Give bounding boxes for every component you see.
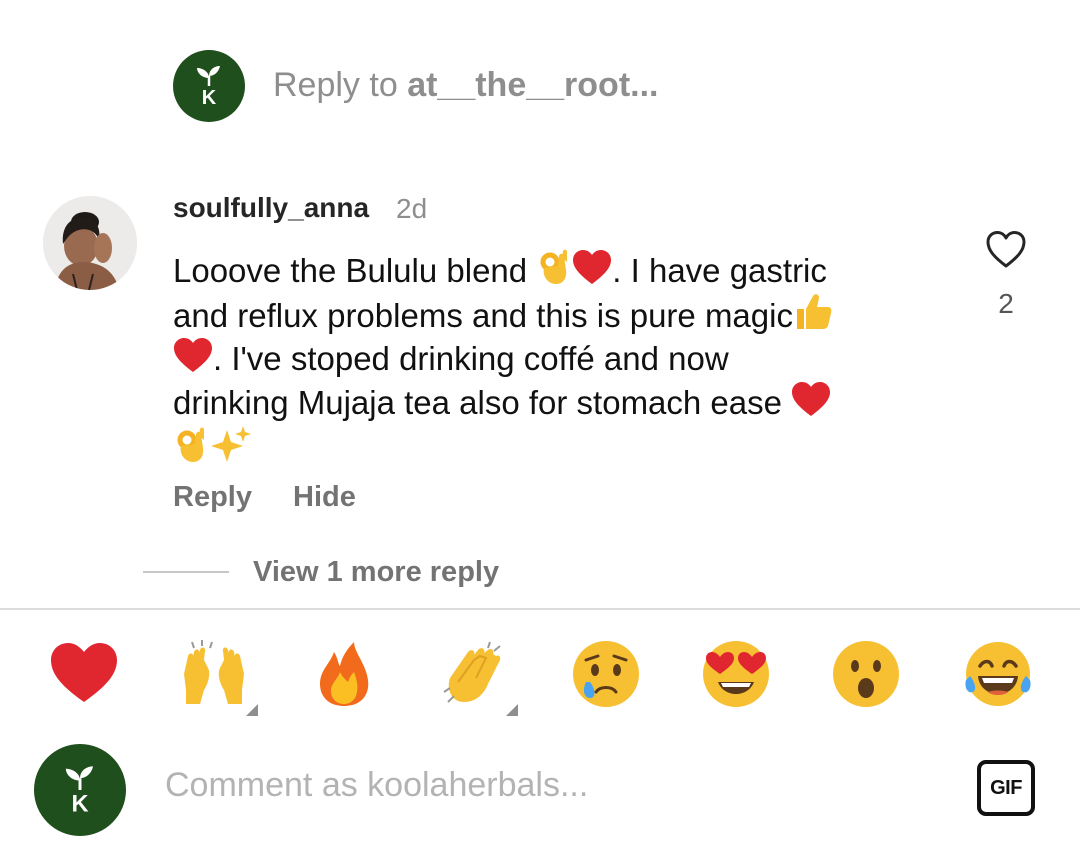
- raising-hands-emoji-button[interactable]: [178, 638, 258, 716]
- reply-to-label: Reply to at__the__root...: [273, 66, 659, 105]
- ok-hand-icon: [540, 249, 568, 284]
- leaf-k-logo-icon: K: [197, 66, 220, 109]
- leaf-k-logo-icon: K: [65, 766, 93, 817]
- red-heart-emoji-button[interactable]: [48, 638, 120, 714]
- commenter-avatar[interactable]: [43, 196, 137, 290]
- reply-to-prefix: Reply to: [273, 66, 408, 104]
- tears-of-joy-face-icon: [965, 642, 1031, 706]
- tears-of-joy-emoji-button[interactable]: [962, 638, 1034, 714]
- comment-input[interactable]: [165, 762, 925, 808]
- comment-text: Looove the Bululu blend . I have gastric…: [173, 248, 933, 471]
- surprised-face-emoji-button[interactable]: [830, 638, 902, 714]
- view-more-divider: [143, 571, 229, 573]
- thumbs-up-icon: [796, 293, 832, 329]
- comment-line-5: [173, 424, 933, 471]
- comment-line-2: and reflux problems and this is pure mag…: [173, 293, 933, 338]
- ok-hand-icon: [177, 427, 204, 462]
- comment-line-1: Looove the Bululu blend . I have gastric: [173, 248, 933, 293]
- comment-timestamp: 2d: [396, 193, 428, 224]
- red-heart-icon: [174, 338, 212, 372]
- fire-icon: [320, 642, 369, 706]
- comment-username[interactable]: soulfully_anna: [173, 192, 369, 224]
- section-divider: [0, 608, 1080, 610]
- comment-line-3: . I've stoped drinking coffé and now: [173, 337, 933, 381]
- sparkles-icon: [211, 426, 251, 462]
- raising-hands-icon: [184, 640, 244, 704]
- brand-logo-avatar: K: [173, 50, 245, 122]
- view-more-replies-button[interactable]: View 1 more reply: [253, 556, 499, 589]
- red-heart-icon: [573, 250, 612, 284]
- comment-line-4: drinking Mujaja tea also for stomach eas…: [173, 381, 933, 425]
- svg-text:K: K: [202, 87, 217, 109]
- crying-face-icon: [573, 641, 639, 707]
- like-count: 2: [998, 288, 1014, 319]
- reply-to-username: at__the__root...: [407, 66, 659, 104]
- surprised-face-icon: [833, 641, 899, 707]
- svg-text:K: K: [71, 791, 88, 817]
- clapping-hands-emoji-button[interactable]: [438, 638, 518, 716]
- hide-button[interactable]: Hide: [293, 481, 356, 514]
- reply-button[interactable]: Reply: [173, 481, 252, 514]
- clapping-hands-icon: [443, 641, 501, 703]
- current-user-avatar: K: [34, 744, 126, 836]
- red-heart-icon: [792, 381, 831, 416]
- gif-button[interactable]: GIF: [977, 760, 1035, 816]
- crying-face-emoji-button[interactable]: [570, 638, 642, 714]
- heart-eyes-emoji-button[interactable]: [700, 638, 772, 714]
- like-heart-icon[interactable]: [985, 230, 1027, 270]
- emoji-quick-bar: [0, 638, 1080, 718]
- fire-emoji-button[interactable]: [308, 638, 380, 714]
- red-heart-icon: [51, 643, 117, 702]
- heart-eyes-face-icon: [703, 641, 769, 707]
